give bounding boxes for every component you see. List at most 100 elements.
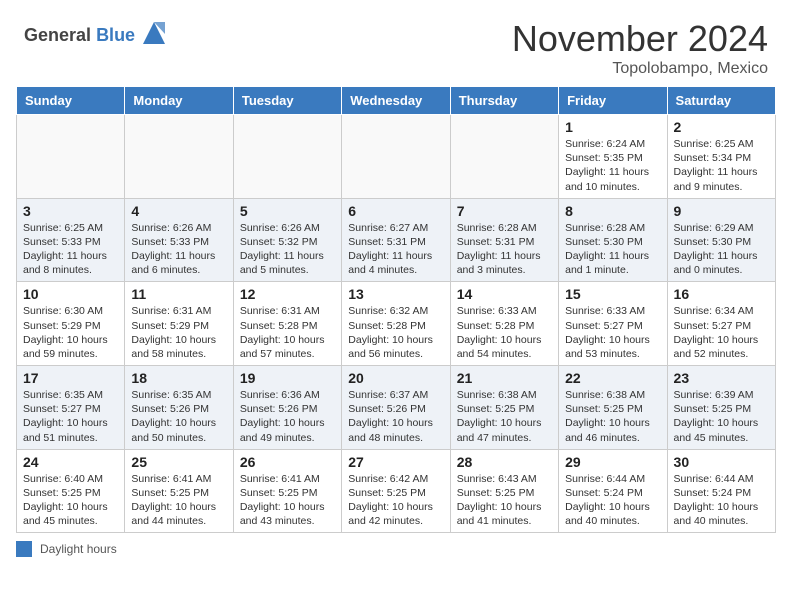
day-info: Sunrise: 6:33 AM Sunset: 5:28 PM Dayligh… [457, 304, 552, 361]
day-info: Sunrise: 6:34 AM Sunset: 5:27 PM Dayligh… [674, 304, 769, 361]
day-info: Sunrise: 6:26 AM Sunset: 5:33 PM Dayligh… [131, 221, 226, 278]
day-info: Sunrise: 6:25 AM Sunset: 5:34 PM Dayligh… [674, 137, 769, 194]
day-number: 10 [23, 286, 118, 302]
cal-cell: 18Sunrise: 6:35 AM Sunset: 5:26 PM Dayli… [125, 366, 233, 450]
day-info: Sunrise: 6:39 AM Sunset: 5:25 PM Dayligh… [674, 388, 769, 445]
day-number: 5 [240, 203, 335, 219]
cal-cell: 27Sunrise: 6:42 AM Sunset: 5:25 PM Dayli… [342, 449, 450, 533]
header-thursday: Thursday [450, 87, 558, 115]
header-row: Sunday Monday Tuesday Wednesday Thursday… [17, 87, 776, 115]
day-info: Sunrise: 6:30 AM Sunset: 5:29 PM Dayligh… [23, 304, 118, 361]
calendar-table: Sunday Monday Tuesday Wednesday Thursday… [16, 86, 776, 533]
legend-icon [16, 541, 32, 557]
day-number: 22 [565, 370, 660, 386]
calendar-week-2: 3Sunrise: 6:25 AM Sunset: 5:33 PM Daylig… [17, 198, 776, 282]
cal-cell: 24 Sunrise: 6:40 AM Sunset: 5:25 PM Dayli… [17, 449, 125, 533]
day-number: 13 [348, 286, 443, 302]
month-title: November 2024 [512, 18, 768, 60]
day-info: Sunrise: 6:31 AM Sunset: 5:29 PM Dayligh… [131, 304, 226, 361]
day-number: 20 [348, 370, 443, 386]
calendar-week-1: 1 Sunrise: 6:24 AM Sunset: 5:35 PM Daylig… [17, 115, 776, 199]
day-info: Sunrise: 6:44 AM Sunset: 5:24 PM Dayligh… [674, 472, 769, 529]
day-number: 28 [457, 454, 552, 470]
cal-cell: 21Sunrise: 6:38 AM Sunset: 5:25 PM Dayli… [450, 366, 558, 450]
cal-cell: 6Sunrise: 6:27 AM Sunset: 5:31 PM Daylig… [342, 198, 450, 282]
cal-cell: 2 Sunrise: 6:25 AM Sunset: 5:34 PM Daylig… [667, 115, 775, 199]
cal-cell [17, 115, 125, 199]
cal-cell: 19 Sunrise: 6:36 AM Sunset: 5:26 PM Dayli… [233, 366, 341, 450]
day-info: Sunrise: 6:40 AM Sunset: 5:25 PM Dayligh… [23, 472, 118, 529]
cal-cell [342, 115, 450, 199]
cal-cell: 17 Sunrise: 6:35 AM Sunset: 5:27 PM Dayli… [17, 366, 125, 450]
cal-cell: 16 Sunrise: 6:34 AM Sunset: 5:27 PM Dayli… [667, 282, 775, 366]
day-number: 17 [23, 370, 118, 386]
day-info: Sunrise: 6:24 AM Sunset: 5:35 PM Dayligh… [565, 137, 660, 194]
day-number: 21 [457, 370, 552, 386]
day-info: Sunrise: 6:27 AM Sunset: 5:31 PM Dayligh… [348, 221, 443, 278]
day-number: 11 [131, 286, 226, 302]
header-sunday: Sunday [17, 87, 125, 115]
logo-line1: General [24, 25, 91, 45]
cal-cell [125, 115, 233, 199]
legend: Daylight hours [0, 533, 792, 565]
day-number: 15 [565, 286, 660, 302]
cal-cell: 30 Sunrise: 6:44 AM Sunset: 5:24 PM Dayli… [667, 449, 775, 533]
cal-cell [450, 115, 558, 199]
header-friday: Friday [559, 87, 667, 115]
calendar-week-5: 24 Sunrise: 6:40 AM Sunset: 5:25 PM Dayli… [17, 449, 776, 533]
cal-cell: 22Sunrise: 6:38 AM Sunset: 5:25 PM Dayli… [559, 366, 667, 450]
day-info: Sunrise: 6:37 AM Sunset: 5:26 PM Dayligh… [348, 388, 443, 445]
header: General Blue November 2024 Topolobampo, … [0, 0, 792, 86]
day-info: Sunrise: 6:44 AM Sunset: 5:24 PM Dayligh… [565, 472, 660, 529]
day-info: Sunrise: 6:25 AM Sunset: 5:33 PM Dayligh… [23, 221, 118, 278]
location: Topolobampo, Mexico [512, 60, 768, 78]
cal-cell: 7Sunrise: 6:28 AM Sunset: 5:31 PM Daylig… [450, 198, 558, 282]
day-number: 25 [131, 454, 226, 470]
day-number: 8 [565, 203, 660, 219]
cal-cell [233, 115, 341, 199]
cal-cell: 8 Sunrise: 6:28 AM Sunset: 5:30 PM Daylig… [559, 198, 667, 282]
day-info: Sunrise: 6:32 AM Sunset: 5:28 PM Dayligh… [348, 304, 443, 361]
day-number: 30 [674, 454, 769, 470]
day-number: 1 [565, 119, 660, 135]
cal-cell: 28 Sunrise: 6:43 AM Sunset: 5:25 PM Dayli… [450, 449, 558, 533]
cal-cell: 10 Sunrise: 6:30 AM Sunset: 5:29 PM Dayli… [17, 282, 125, 366]
day-number: 12 [240, 286, 335, 302]
day-info: Sunrise: 6:29 AM Sunset: 5:30 PM Dayligh… [674, 221, 769, 278]
logo-text: General Blue [24, 25, 135, 47]
day-info: Sunrise: 6:35 AM Sunset: 5:27 PM Dayligh… [23, 388, 118, 445]
day-number: 26 [240, 454, 335, 470]
calendar-body: 1 Sunrise: 6:24 AM Sunset: 5:35 PM Daylig… [17, 115, 776, 533]
day-info: Sunrise: 6:36 AM Sunset: 5:26 PM Dayligh… [240, 388, 335, 445]
cal-cell: 15Sunrise: 6:33 AM Sunset: 5:27 PM Dayli… [559, 282, 667, 366]
day-info: Sunrise: 6:41 AM Sunset: 5:25 PM Dayligh… [240, 472, 335, 529]
logo-line2: Blue [96, 25, 135, 45]
day-info: Sunrise: 6:31 AM Sunset: 5:28 PM Dayligh… [240, 304, 335, 361]
day-number: 18 [131, 370, 226, 386]
calendar-header: Sunday Monday Tuesday Wednesday Thursday… [17, 87, 776, 115]
day-number: 24 [23, 454, 118, 470]
header-monday: Monday [125, 87, 233, 115]
cal-cell: 4Sunrise: 6:26 AM Sunset: 5:33 PM Daylig… [125, 198, 233, 282]
day-number: 2 [674, 119, 769, 135]
day-info: Sunrise: 6:28 AM Sunset: 5:31 PM Dayligh… [457, 221, 552, 278]
page-container: General Blue November 2024 Topolobampo, … [0, 0, 792, 565]
day-info: Sunrise: 6:43 AM Sunset: 5:25 PM Dayligh… [457, 472, 552, 529]
logo-icon [139, 18, 169, 53]
cal-cell: 3Sunrise: 6:25 AM Sunset: 5:33 PM Daylig… [17, 198, 125, 282]
day-number: 23 [674, 370, 769, 386]
header-tuesday: Tuesday [233, 87, 341, 115]
day-number: 19 [240, 370, 335, 386]
day-info: Sunrise: 6:28 AM Sunset: 5:30 PM Dayligh… [565, 221, 660, 278]
day-number: 29 [565, 454, 660, 470]
day-number: 9 [674, 203, 769, 219]
header-wednesday: Wednesday [342, 87, 450, 115]
cal-cell: 25 Sunrise: 6:41 AM Sunset: 5:25 PM Dayli… [125, 449, 233, 533]
cal-cell: 9 Sunrise: 6:29 AM Sunset: 5:30 PM Daylig… [667, 198, 775, 282]
day-info: Sunrise: 6:41 AM Sunset: 5:25 PM Dayligh… [131, 472, 226, 529]
cal-cell: 13 Sunrise: 6:32 AM Sunset: 5:28 PM Dayli… [342, 282, 450, 366]
day-number: 16 [674, 286, 769, 302]
cal-cell: 1 Sunrise: 6:24 AM Sunset: 5:35 PM Daylig… [559, 115, 667, 199]
cal-cell: 26 Sunrise: 6:41 AM Sunset: 5:25 PM Dayli… [233, 449, 341, 533]
legend-label: Daylight hours [40, 542, 117, 556]
